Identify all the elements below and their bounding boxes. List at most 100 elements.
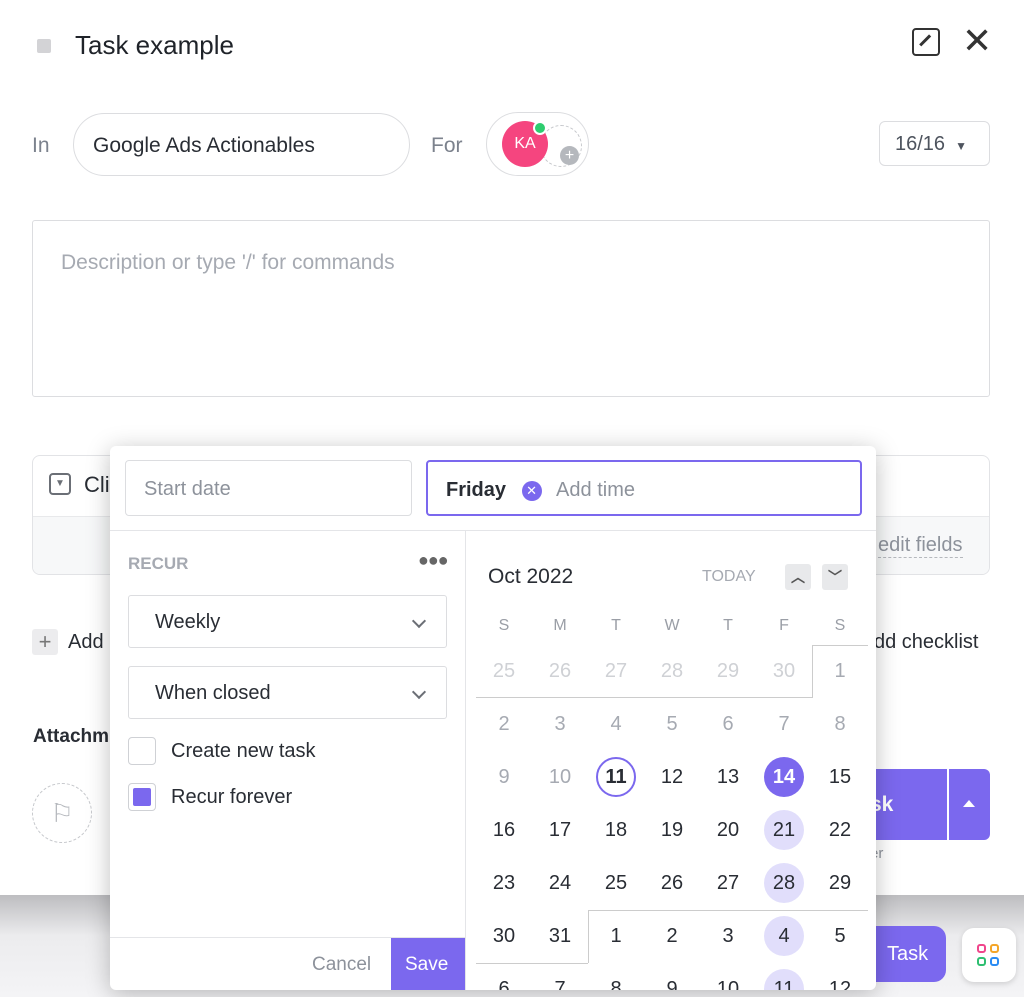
- calendar-day[interactable]: 2: [652, 916, 692, 956]
- calendar-day[interactable]: 5: [652, 704, 692, 744]
- add-time[interactable]: Add time: [556, 479, 635, 501]
- calendar-day[interactable]: 29: [820, 863, 860, 903]
- calendar-day[interactable]: 30: [764, 651, 804, 691]
- recur-forever-checkbox[interactable]: [128, 783, 156, 811]
- task-title[interactable]: Task example: [75, 30, 234, 61]
- calendar-day[interactable]: 28: [652, 651, 692, 691]
- calendar-day[interactable]: 31: [540, 916, 580, 956]
- more-icon[interactable]: ●●●: [418, 550, 449, 571]
- calendar-day[interactable]: 8: [596, 969, 636, 990]
- calendar-day[interactable]: 7: [540, 969, 580, 990]
- caret-down-icon: ▼: [955, 139, 967, 153]
- list-selector[interactable]: Google Ads Actionables: [73, 113, 410, 176]
- calendar-day-recurring[interactable]: 21: [764, 810, 804, 850]
- calendar-day[interactable]: 8: [820, 704, 860, 744]
- calendar-day[interactable]: 26: [540, 651, 580, 691]
- date-recurrence-popup: Start date Friday ✕ Add time RECUR ●●● W…: [110, 446, 876, 990]
- flag-icon[interactable]: ⚐: [32, 783, 92, 843]
- month-boundary: [588, 910, 868, 911]
- calendar-day[interactable]: 2: [484, 704, 524, 744]
- calendar-month: Oct 2022: [488, 565, 574, 588]
- weekday-header: W: [664, 617, 680, 634]
- recur-label: RECUR: [128, 554, 189, 573]
- for-label: For: [431, 134, 463, 157]
- start-date-input[interactable]: Start date: [125, 460, 412, 516]
- cancel-button[interactable]: Cancel: [312, 954, 371, 976]
- today-button[interactable]: TODAY: [702, 568, 756, 586]
- frequency-select[interactable]: Weekly: [128, 595, 447, 648]
- calendar-day-recurring[interactable]: 28: [764, 863, 804, 903]
- weekday-header: T: [611, 617, 621, 634]
- calendar-day[interactable]: 24: [540, 863, 580, 903]
- calendar-day[interactable]: 20: [708, 810, 748, 850]
- calendar-day[interactable]: 3: [708, 916, 748, 956]
- next-month-button[interactable]: ﹀: [822, 564, 848, 590]
- save-button[interactable]: Save: [391, 938, 465, 990]
- calendar-day[interactable]: 27: [708, 863, 748, 903]
- chevron-down-icon: [411, 613, 427, 629]
- calendar-day[interactable]: 1: [596, 916, 636, 956]
- in-label: In: [32, 134, 50, 157]
- calendar-day[interactable]: 25: [596, 863, 636, 903]
- calendar-day[interactable]: 12: [820, 969, 860, 990]
- clear-date-icon[interactable]: ✕: [521, 481, 542, 501]
- weekday-header: F: [779, 617, 789, 634]
- calendar-day-recurring[interactable]: 11: [764, 969, 804, 990]
- calendar-day[interactable]: 6: [484, 969, 524, 990]
- calendar-day[interactable]: 3: [540, 704, 580, 744]
- calendar-day-selected[interactable]: 14: [764, 757, 804, 797]
- calendar-day[interactable]: 30: [484, 916, 524, 956]
- minimize-icon[interactable]: [912, 28, 940, 56]
- calendar-day[interactable]: 18: [596, 810, 636, 850]
- weekday-header: M: [553, 617, 567, 634]
- calendar-day[interactable]: 13: [708, 757, 748, 797]
- calendar-day[interactable]: 4: [596, 704, 636, 744]
- calendar-day[interactable]: 6: [708, 704, 748, 744]
- caret-up-icon: [963, 800, 975, 807]
- calendar-day[interactable]: 10: [540, 757, 580, 797]
- due-date-value: Friday: [446, 479, 507, 501]
- calendar-day[interactable]: 27: [596, 651, 636, 691]
- calendar-day[interactable]: 19: [652, 810, 692, 850]
- status-square[interactable]: [37, 39, 51, 53]
- calendar-day[interactable]: 9: [652, 969, 692, 990]
- calendar-day-today[interactable]: 11: [596, 757, 636, 797]
- count-dropdown[interactable]: 16/16 ▼: [879, 121, 990, 166]
- apps-icon[interactable]: [962, 928, 1016, 982]
- calendar-day[interactable]: 29: [708, 651, 748, 691]
- calendar-day[interactable]: 17: [540, 810, 580, 850]
- recur-mode-value: When closed: [155, 682, 271, 704]
- due-date-input[interactable]: Friday ✕ Add time: [426, 460, 862, 516]
- calendar-day[interactable]: 23: [484, 863, 524, 903]
- calendar-day[interactable]: 22: [820, 810, 860, 850]
- add-checklist-link[interactable]: dd checklist: [874, 631, 979, 654]
- add-link[interactable]: Add: [68, 631, 104, 654]
- recur-mode-select[interactable]: When closed: [128, 666, 447, 719]
- month-boundary: [476, 697, 813, 698]
- calendar-day[interactable]: 10: [708, 969, 748, 990]
- calendar-day[interactable]: 1: [820, 651, 860, 691]
- calendar-day[interactable]: 16: [484, 810, 524, 850]
- create-new-task-checkbox[interactable]: [128, 737, 156, 765]
- create-options-button[interactable]: [949, 769, 990, 840]
- calendar-day[interactable]: 9: [484, 757, 524, 797]
- count-value: 16/16: [895, 133, 946, 155]
- month-boundary: [813, 645, 868, 646]
- calendar-day[interactable]: 26: [652, 863, 692, 903]
- calendar-day[interactable]: 5: [820, 916, 860, 956]
- edit-fields-link[interactable]: edit fields: [878, 534, 963, 558]
- close-icon[interactable]: ✕: [962, 20, 992, 62]
- add-icon[interactable]: +: [32, 629, 58, 655]
- fields-label: Cli: [84, 472, 110, 497]
- divider: [110, 530, 876, 531]
- calendar-day[interactable]: 25: [484, 651, 524, 691]
- calendar-day[interactable]: 15: [820, 757, 860, 797]
- previous-month-button[interactable]: ︿: [785, 564, 811, 590]
- calendar-day[interactable]: 12: [652, 757, 692, 797]
- description-field[interactable]: Description or type '/' for commands: [32, 220, 990, 397]
- month-boundary: [476, 963, 588, 964]
- weekday-header: T: [723, 617, 733, 634]
- calendar-day[interactable]: 7: [764, 704, 804, 744]
- calendar-day-recurring[interactable]: 4: [764, 916, 804, 956]
- dropdown-field-icon: ▼: [49, 473, 71, 495]
